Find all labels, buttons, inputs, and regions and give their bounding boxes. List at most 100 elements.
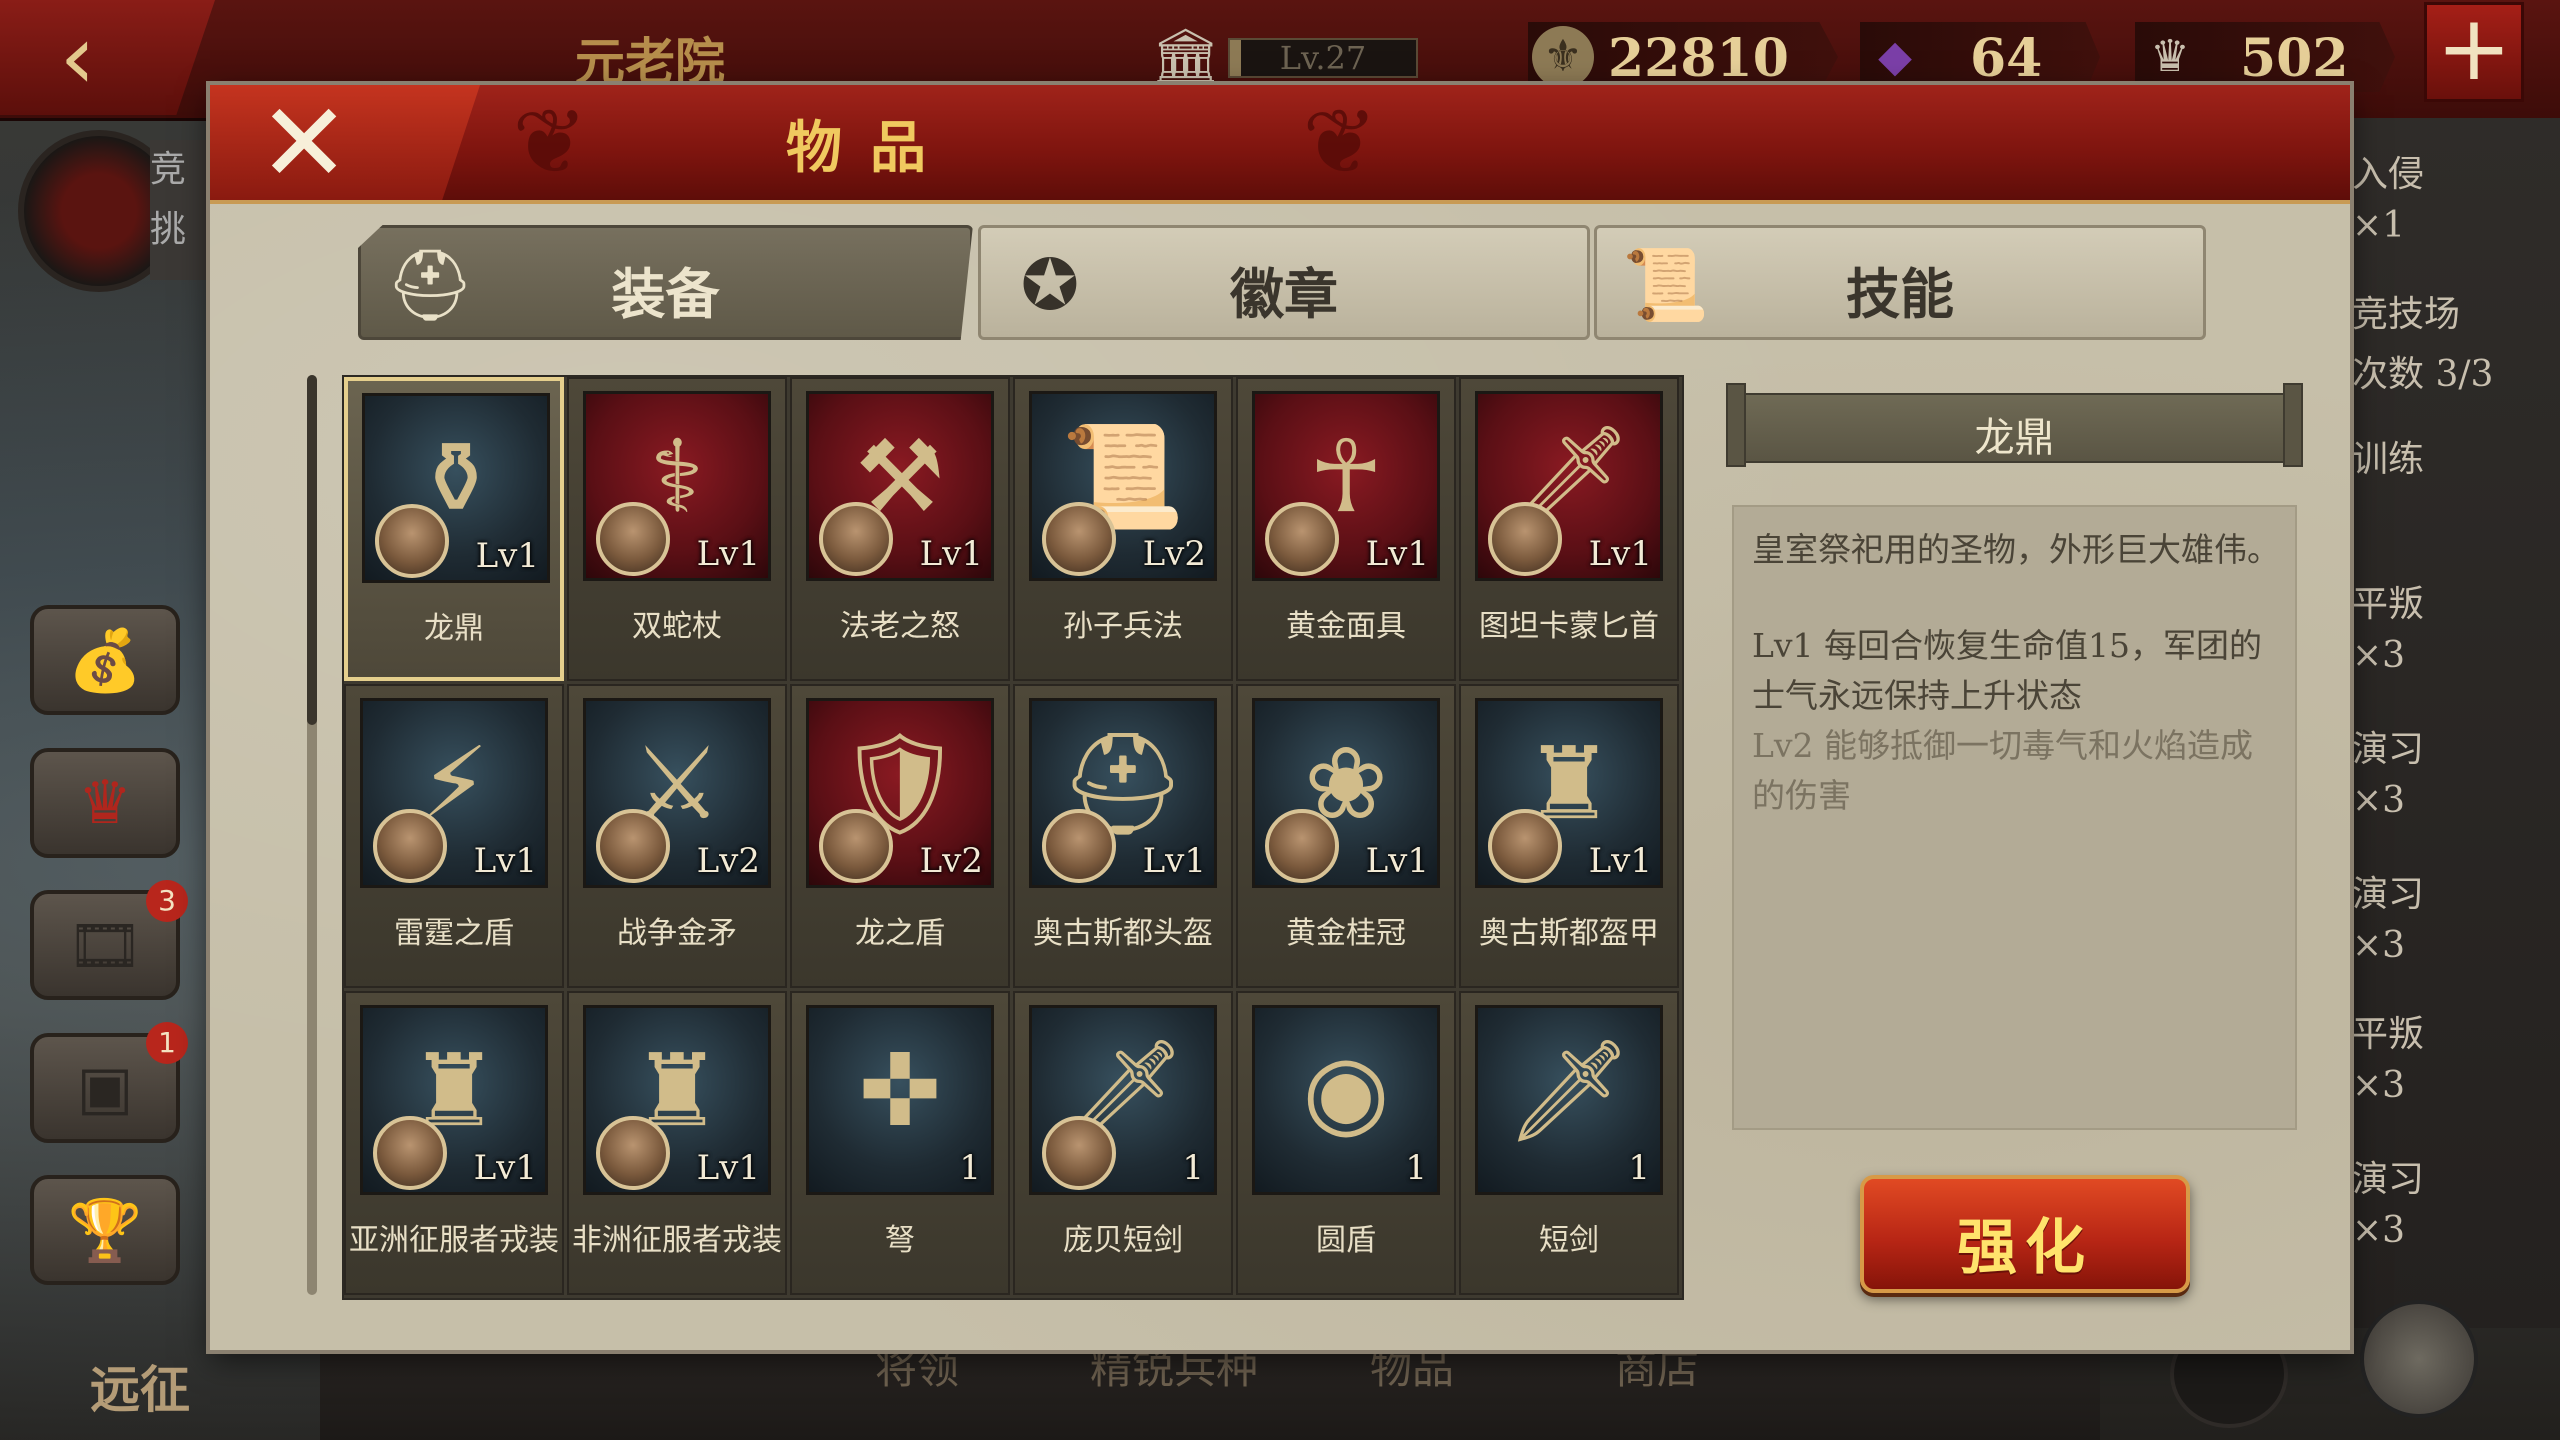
item-grid: ⚱ Lv1 龙鼎 ⚕ Lv1 双蛇杖 ⚒ Lv1 法老之怒 📜 Lv2 孙子兵法 ☥ Lv1 黄金面具 🗡 Lv… [342,375,1684,1300]
item-thumbnail: ⚱ Lv1 [362,393,550,583]
right-list-item[interactable]: ×3 [2352,635,2405,676]
item-thumbnail: ⚕ Lv1 [583,391,771,581]
tab-badges[interactable]: ✪ 徽章 [978,225,1590,340]
item-cell[interactable]: 📜 Lv2 孙子兵法 [1013,377,1233,681]
item-level: Lv1 [1142,841,1206,881]
coin-value: 22810 [1608,28,1789,89]
hero-portrait-icon [1488,809,1562,883]
upgrade-button[interactable]: 强化 [1860,1175,2190,1293]
right-list-item[interactable]: ×3 [2352,925,2405,966]
right-list-item[interactable]: 次数 3/3 [2352,345,2493,397]
detail-panel: 皇室祭祀用的圣物，外形巨大雄伟。 Lv1 每回合恢复生命值15，军团的士气永远保… [1732,505,2297,1130]
money-bag-button[interactable]: 💰 [30,605,180,715]
right-list-item[interactable]: 平叛 [2352,1005,2424,1057]
tab-equipment[interactable]: ⛑ 装备 [358,225,973,340]
item-name: 圆盾 [1316,1223,1376,1258]
coin-icon: ⚜ [1532,26,1594,88]
gem-value: 64 [1970,28,2043,89]
right-list-item[interactable]: ×3 [2352,780,2405,821]
item-level: Lv1 [1588,534,1652,574]
crown-button[interactable]: ♛ [30,748,180,858]
item-cell[interactable]: 🗡 1 短剑 [1459,991,1679,1295]
item-level: Lv1 [919,534,983,574]
right-list-item[interactable]: ×3 [2352,1210,2405,1251]
item-cell[interactable]: 🗡 1 庞贝短剑 [1013,991,1233,1295]
film-icon: 🎞 [66,910,144,981]
item-name: 短剑 [1539,1223,1599,1258]
gem-resource[interactable]: ◆ 64 [1860,22,2100,92]
hero-portrait-icon [1042,502,1116,576]
item-cell[interactable]: ✜ 1 弩 [790,991,1010,1295]
trophy-button[interactable]: 🏆 [30,1175,180,1285]
item-art-icon: ◉ [1302,1032,1390,1149]
item-cell[interactable]: ⛑ Lv1 奥古斯都头盔 [1013,684,1233,988]
level-progress-bar: Lv.27 [1228,38,1418,78]
grid-scrollbar-thumb[interactable] [307,375,317,725]
hero-portrait-icon [596,809,670,883]
item-cell[interactable]: ◉ 1 圆盾 [1236,991,1456,1295]
item-thumbnail: ⚒ Lv1 [806,391,994,581]
right-list-item[interactable]: 演习 [2352,865,2424,917]
right-list-item[interactable]: 训练 [2352,430,2424,482]
upgrade-button-label: 强化 [1957,1213,2093,1283]
item-thumbnail: ⚡ Lv1 [360,698,548,888]
item-quantity: 1 [1182,1148,1204,1188]
tab-badges-label: 徽章 [1230,262,1338,326]
hero-portrait-icon [819,809,893,883]
temple-icon: 🏛 [1150,25,1222,90]
right-list-item[interactable]: ×3 [2352,1065,2405,1106]
level-label: Lv.27 [1279,39,1367,77]
item-cell[interactable]: ⚱ Lv1 龙鼎 [344,377,564,681]
item-cell[interactable]: ⚒ Lv1 法老之怒 [790,377,1010,681]
detail-title: 龙鼎 [1974,415,2055,461]
item-level: Lv1 [473,841,537,881]
chest-badge: 1 [146,1022,188,1064]
item-thumbnail: 🛡 Lv2 [806,698,994,888]
item-thumbnail: 🗡 1 [1475,1005,1663,1195]
item-cell[interactable]: ☥ Lv1 黄金面具 [1236,377,1456,681]
add-resource-button[interactable]: + [2424,2,2524,102]
back-arrow-icon: ‹ [59,4,96,110]
item-level: Lv1 [473,1148,537,1188]
right-list-item[interactable]: 竞技场 [2352,285,2460,337]
right-list-item[interactable]: 演习 [2352,1150,2424,1202]
item-cell[interactable]: ♜ Lv1 亚洲征服者戎装 [344,991,564,1295]
hero-portrait-icon [1042,809,1116,883]
item-cell[interactable]: 🛡 Lv2 龙之盾 [790,684,1010,988]
item-thumbnail: ⚔ Lv2 [583,698,771,888]
item-level: Lv1 [696,1148,760,1188]
hero-portrait-icon [1265,502,1339,576]
tab-skills[interactable]: 📜 技能 [1594,225,2206,340]
item-cell[interactable]: ❀ Lv1 黄金桂冠 [1236,684,1456,988]
item-cell[interactable]: ♜ Lv1 非洲征服者戎装 [567,991,787,1295]
item-cell[interactable]: ⚕ Lv1 双蛇杖 [567,377,787,681]
item-name: 龙之盾 [855,916,945,951]
item-cell[interactable]: ♜ Lv1 奥古斯都盔甲 [1459,684,1679,988]
item-name: 双蛇杖 [632,609,722,644]
back-button[interactable]: ‹ [0,0,215,115]
detail-effect-lv2: Lv2 能够抵御一切毒气和火焰造成的伤害 [1752,726,2254,815]
item-cell[interactable]: ⚡ Lv1 雷霆之盾 [344,684,564,988]
coin-resource[interactable]: ⚜ 22810 [1528,22,1838,92]
item-name: 弩 [885,1223,915,1258]
right-list-item[interactable]: ×1 [2352,205,2405,246]
right-list-item[interactable]: 平叛 [2352,575,2424,627]
screen-title: 元老院 [575,32,725,91]
spqr-resource[interactable]: ♛ 502 [2135,22,2395,92]
right-list-item[interactable]: 入侵 [2352,145,2424,197]
item-name: 奥古斯都盔甲 [1479,916,1659,951]
item-name: 图坦卡蒙匕首 [1479,609,1659,644]
item-level: Lv2 [1142,534,1206,574]
item-level: Lv1 [1365,841,1429,881]
item-cell[interactable]: ⚔ Lv2 战争金矛 [567,684,787,988]
right-list-item[interactable]: 演习 [2352,720,2424,772]
item-name: 奥古斯都头盔 [1033,916,1213,951]
book-button[interactable] [2360,1300,2478,1418]
item-cell[interactable]: 🗡 Lv1 图坦卡蒙匕首 [1459,377,1679,681]
hero-portrait-icon [1042,1116,1116,1190]
spqr-value: 502 [2240,28,2349,89]
expedition-label[interactable]: 远征 [90,1350,230,1420]
item-quantity: 1 [1405,1148,1427,1188]
player-level: 🏛 Lv.27 [1140,28,1420,88]
item-quantity: 1 [959,1148,981,1188]
